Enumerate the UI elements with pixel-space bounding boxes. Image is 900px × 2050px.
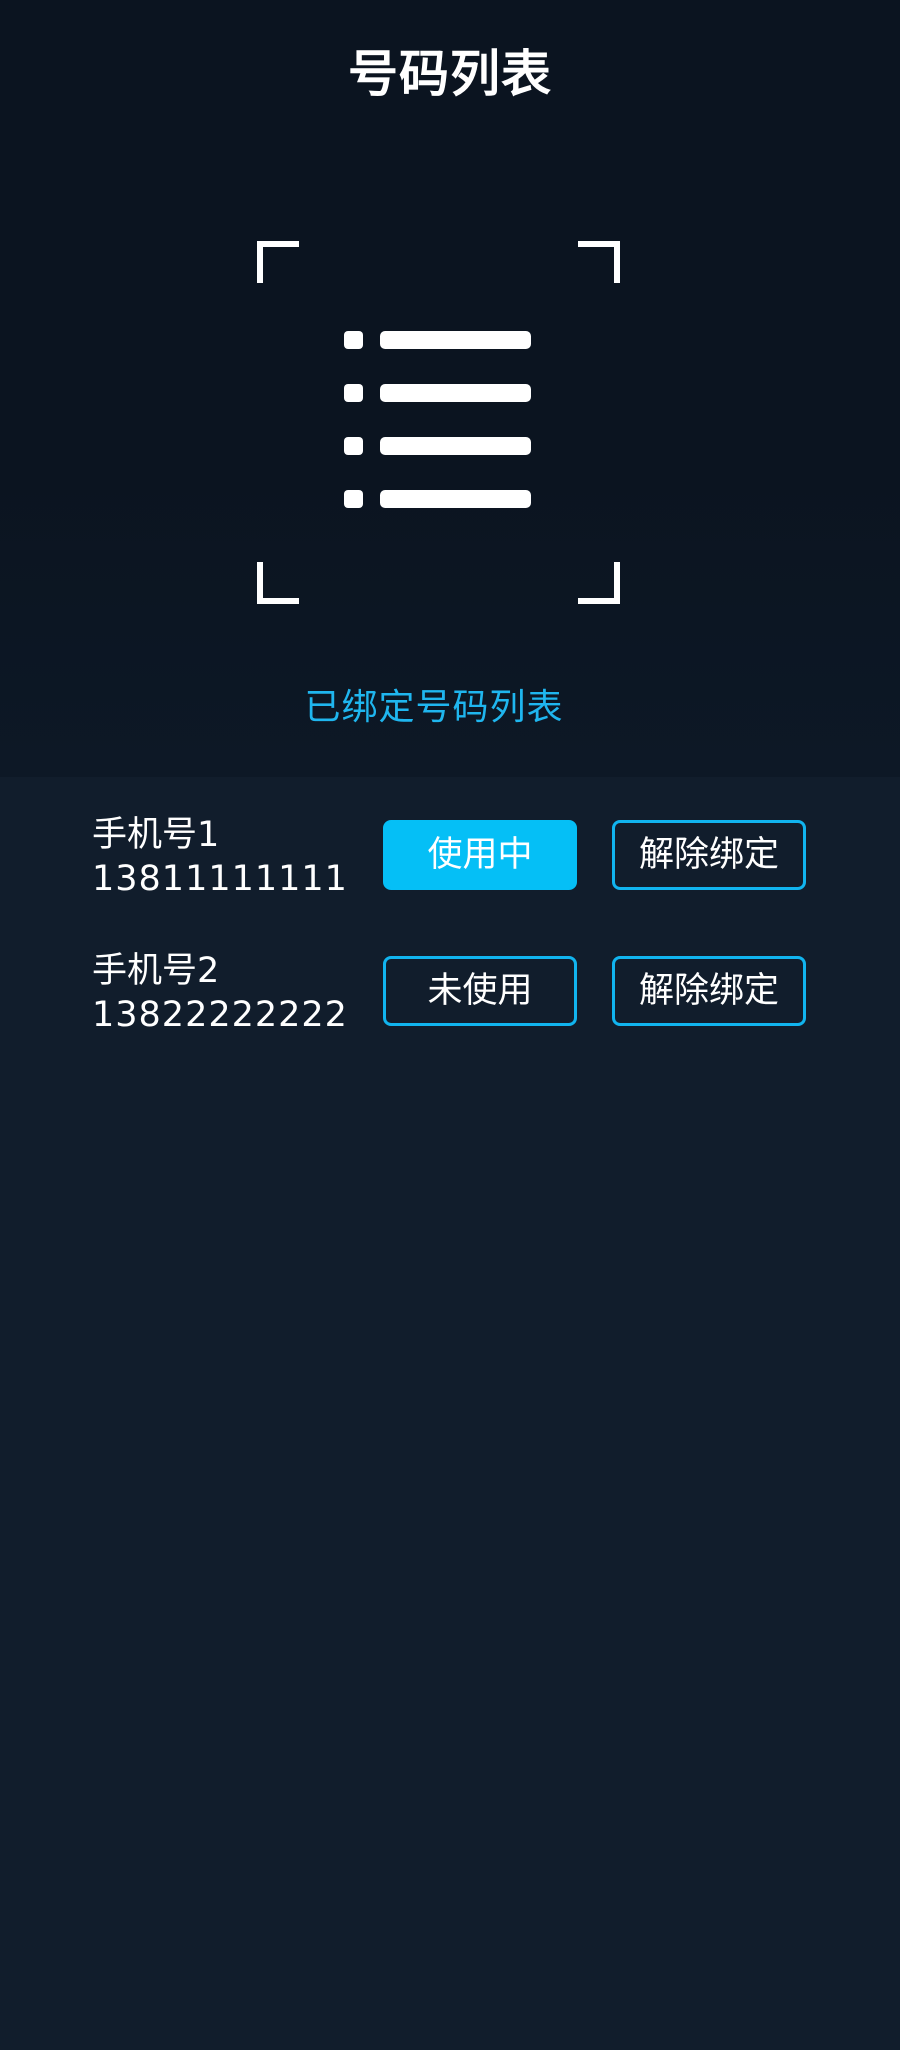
list-item: 手机号1 13811111111 使用中 解除绑定 bbox=[0, 813, 900, 899]
number-label: 手机号1 bbox=[92, 815, 220, 855]
list-icon-bullet bbox=[344, 384, 363, 402]
status-unused-button[interactable]: 未使用 bbox=[383, 956, 577, 1026]
list-item: 手机号2 13822222222 未使用 解除绑定 bbox=[0, 949, 900, 1035]
list-icon-line bbox=[380, 384, 531, 402]
header-section: 号码列表 已绑定号码列表 bbox=[0, 0, 900, 777]
number-label: 手机号2 bbox=[92, 951, 220, 991]
list-icon-bullet bbox=[344, 490, 363, 508]
list-icon-line bbox=[380, 331, 531, 349]
list-icon-row bbox=[344, 331, 531, 349]
list-icon-line bbox=[380, 437, 531, 455]
list-icon bbox=[344, 331, 531, 511]
list-icon-row bbox=[344, 437, 531, 455]
list-icon-line bbox=[380, 490, 531, 508]
status-in-use-button[interactable]: 使用中 bbox=[383, 820, 577, 890]
list-icon-bullet bbox=[344, 437, 363, 455]
frame-corner-top-left bbox=[257, 241, 299, 283]
section-subtitle: 已绑定号码列表 bbox=[304, 687, 564, 728]
list-icon-bullet bbox=[344, 331, 363, 349]
unbind-button[interactable]: 解除绑定 bbox=[612, 820, 806, 890]
list-icon-row bbox=[344, 384, 531, 402]
phone-number: 13822222222 bbox=[92, 995, 348, 1035]
page-title: 号码列表 bbox=[348, 45, 552, 103]
phone-number: 13811111111 bbox=[92, 859, 348, 899]
frame-corner-top-right bbox=[578, 241, 620, 283]
list-scan-icon bbox=[257, 241, 620, 604]
frame-corner-bottom-left bbox=[257, 562, 299, 604]
frame-corner-bottom-right bbox=[578, 562, 620, 604]
unbind-button[interactable]: 解除绑定 bbox=[612, 956, 806, 1026]
list-icon-row bbox=[344, 490, 531, 508]
